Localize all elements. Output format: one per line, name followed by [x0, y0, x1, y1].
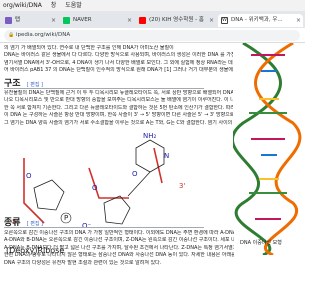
close-icon[interactable]: ×: [127, 14, 132, 27]
address-bar[interactable]: 🔒 ipedia.org/wiki/DNA: [4, 30, 300, 41]
tab-youtube[interactable]: (20) KIH 영수학원 - 홈 ×: [136, 14, 216, 27]
svg-text:N: N: [164, 152, 169, 160]
svg-text:O: O: [132, 170, 138, 178]
address-bar-container: 🔒 ipedia.org/wiki/DNA: [0, 28, 305, 43]
divider: [4, 227, 204, 228]
dna-helix-image[interactable]: [233, 43, 305, 255]
svg-text:O: O: [26, 172, 32, 180]
close-icon[interactable]: ×: [209, 14, 214, 27]
atom-labels: NH₂ N O O O O⁻: [26, 132, 169, 230]
text-line: A-DNA는 B-DNA보다 더 짧고 넓은 나선 구조를 가지며, 탈수된 조…: [4, 244, 234, 251]
helix-strands: [233, 43, 302, 255]
text-line: A-DNA와 B-DNA는 오른쪽으로 감긴 이중나선 구조이며, Z-DNA는…: [4, 237, 234, 244]
menu-item[interactable]: org/wiki/DNA: [3, 2, 42, 9]
text-line: 한편 DNA의 종류로 나타나지 않은 형태로는 삼중나선 DNA와 사중나선 …: [4, 252, 234, 259]
article-content: 의 염기 가 배열되어 있다. 연수로 내 단백한 구조를 인해 DNA가 아미…: [0, 43, 305, 305]
naver-icon: [63, 17, 70, 24]
bookmarks-bar: org/wiki/DNA 창 도움말: [0, 0, 305, 11]
types-paragraph: 오른쪽으로 감긴 이중나선 구조의 DNA 가 가장 일반적인 형태이다. 이외…: [4, 230, 234, 267]
tab-naver[interactable]: NAVER ×: [60, 14, 134, 27]
text-line: DNA 구조의 다양성은 유전자 발현 조절과 관련이 있는 것으로 알려져 있…: [4, 259, 162, 266]
divider: [4, 88, 204, 89]
sugar-ring: [33, 179, 131, 225]
wikipedia-icon: W: [221, 17, 228, 24]
tab-0[interactable]: 탭 ×: [2, 14, 58, 27]
menu-item[interactable]: 도움말: [65, 2, 82, 9]
svg-text:O: O: [92, 184, 98, 192]
svg-text:O⁻: O⁻: [82, 222, 92, 230]
tab-label: (20) KIH 영수학원 - 홈: [149, 17, 204, 23]
tab-label: NAVER: [73, 17, 92, 23]
svg-text:P: P: [64, 214, 68, 222]
phosphate-label: P: [60, 212, 72, 224]
helix-caption: DNA 이중나선 모형: [240, 240, 282, 246]
tab-wikipedia[interactable]: W DNA - 위키백과, 우... ×: [218, 14, 303, 27]
svg-text:NH₂: NH₂: [143, 132, 157, 140]
svg-text:3': 3': [179, 182, 185, 190]
url-text: ipedia.org/wiki/DNA: [16, 32, 71, 38]
close-icon[interactable]: ×: [51, 14, 56, 27]
menu-item[interactable]: 창: [51, 2, 57, 9]
lock-icon: 🔒: [8, 32, 15, 38]
tab-label: 탭: [15, 17, 21, 23]
tab-label: DNA - 위키백과, 우...: [231, 17, 283, 23]
text-line: 오른쪽으로 감긴 이중나선 구조의 DNA 가 가장 일반적인 형태이다. 이외…: [4, 230, 234, 236]
tab-strip: 탭 × NAVER × (20) KIH 영수학원 - 홈 × W DNA - …: [0, 11, 305, 28]
youtube-icon: [139, 17, 146, 24]
tab-favicon-icon: [5, 17, 12, 24]
close-icon[interactable]: ×: [296, 14, 301, 27]
